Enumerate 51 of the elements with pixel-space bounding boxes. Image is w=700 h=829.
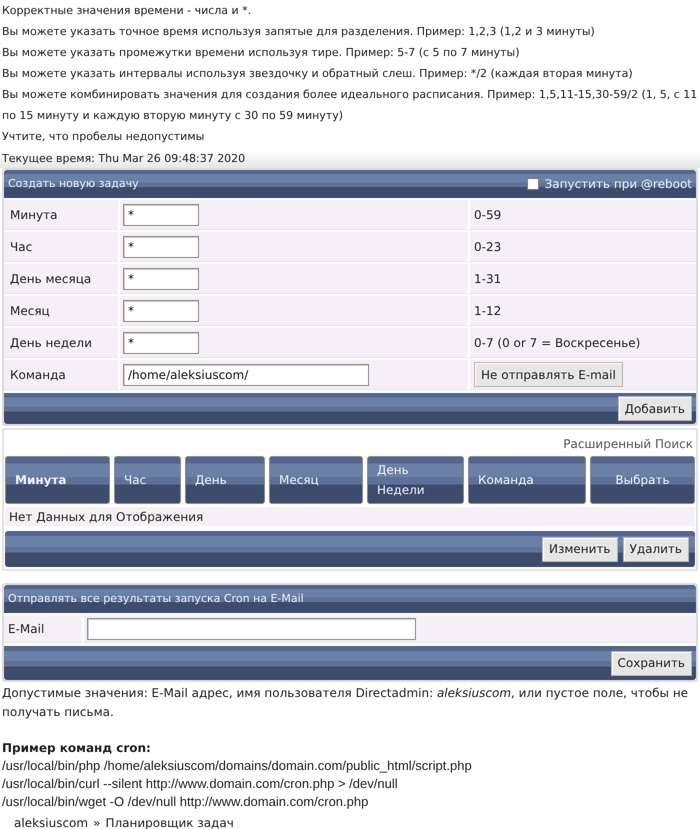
column-header[interactable]: День Недели	[367, 456, 464, 504]
example-command: /usr/local/bin/wget -O /dev/null http://www.domain.com/cron.php	[2, 793, 370, 811]
column-header[interactable]: Выбрать	[590, 456, 695, 504]
instruction-text: Учтите, что пробелы недопустимы	[2, 129, 206, 145]
instruction-text: Вы можете комбинировать значения для создания более идеального расписания. Пример: 1,5,11-15,30-59/2 (1, 5, с 11 по 15 минуту и каждую вторую минуту с 30 по 59 минуту)	[2, 87, 698, 124]
field-label: День недели	[4, 328, 118, 358]
instruction-text: Вы можете указать интервалы используя звездочку и обратный слеш. Пример: */2 (каждая вторая минута)	[2, 66, 634, 82]
current-time: Текущее время: Thu Mar 26 09:48:37 2020	[0, 150, 700, 168]
checkbox-label[interactable]: Запустить при @reboot	[544, 175, 692, 193]
example-command: /usr/local/bin/curl --silent http://www.domain.com/cron.php > /dev/null	[2, 775, 399, 793]
input-field[interactable]: *	[123, 236, 199, 258]
empty-message: Нет Данных для Отображения	[5, 507, 695, 526]
add-button[interactable]: Добавить	[618, 396, 692, 421]
field-label: Команда	[4, 360, 118, 390]
input-field[interactable]: /home/aleksiuscom/	[123, 364, 369, 386]
column-header[interactable]: День	[185, 456, 265, 504]
column-header[interactable]: Месяц	[269, 456, 363, 504]
panel-title: Отправлять все результаты запуска Cron на E-Mail	[8, 590, 304, 607]
range-hint: 0-59	[470, 200, 696, 230]
range-hint: 1-12	[470, 296, 696, 326]
breadcrumb-separator: »	[93, 815, 100, 829]
example-command: /usr/local/bin/php /home/aleksiuscom/domains/domain.com/public_html/script.php	[2, 757, 473, 775]
instruction-text: Корректные значения времени - числа и *.	[2, 3, 252, 19]
range-hint: 0-7 (0 or 7 = Воскресенье)	[470, 328, 696, 358]
input-field[interactable]: *	[123, 204, 199, 226]
edit-button[interactable]: Изменить	[542, 536, 618, 562]
no-email-button[interactable]: Не отправлять E-mail	[474, 362, 623, 387]
checkbox[interactable]	[526, 178, 539, 190]
input-field[interactable]: *	[123, 300, 199, 322]
column-header[interactable]: Час	[114, 456, 181, 504]
breadcrumb-link[interactable]: aleksiuscom	[14, 814, 88, 829]
column-header[interactable]: Команда	[468, 456, 586, 504]
column-header[interactable]: Минута	[5, 456, 110, 504]
advanced-search-link[interactable]: Расширенный Поиск	[563, 436, 693, 452]
input-field[interactable]: *	[123, 332, 199, 354]
field-label: Месяц	[4, 296, 118, 326]
field-label: Минута	[4, 200, 118, 230]
field-label: Час	[4, 232, 118, 262]
instruction-text: Вы можете указать точное время используя запятые для разделения. Пример: 1,2,3 (1,2 и 3 минуты)	[2, 24, 596, 40]
input-field[interactable]	[87, 618, 416, 640]
input-field[interactable]: *	[123, 268, 199, 290]
delete-button[interactable]: Удалить	[622, 536, 689, 562]
range-hint: 1-31	[470, 264, 696, 294]
field-label: День месяца	[4, 264, 118, 294]
field-label: E-Mail	[4, 615, 82, 643]
range-hint: 0-23	[470, 232, 696, 262]
email-note: Допустимые значения: E-Mail адрес, имя пользователя Directadmin: aleksiuscom, или пустое поле, чтобы не получать письма.	[1, 685, 690, 721]
instruction-text: Вы можете указать промежутки времени используя тире. Пример: 5-7 (с 5 по 7 минуты)	[2, 45, 520, 61]
examples-title: Пример команд cron:	[2, 740, 152, 757]
panel-title: Создать новую задачу	[8, 176, 139, 192]
save-button[interactable]: Сохранить	[610, 650, 692, 676]
